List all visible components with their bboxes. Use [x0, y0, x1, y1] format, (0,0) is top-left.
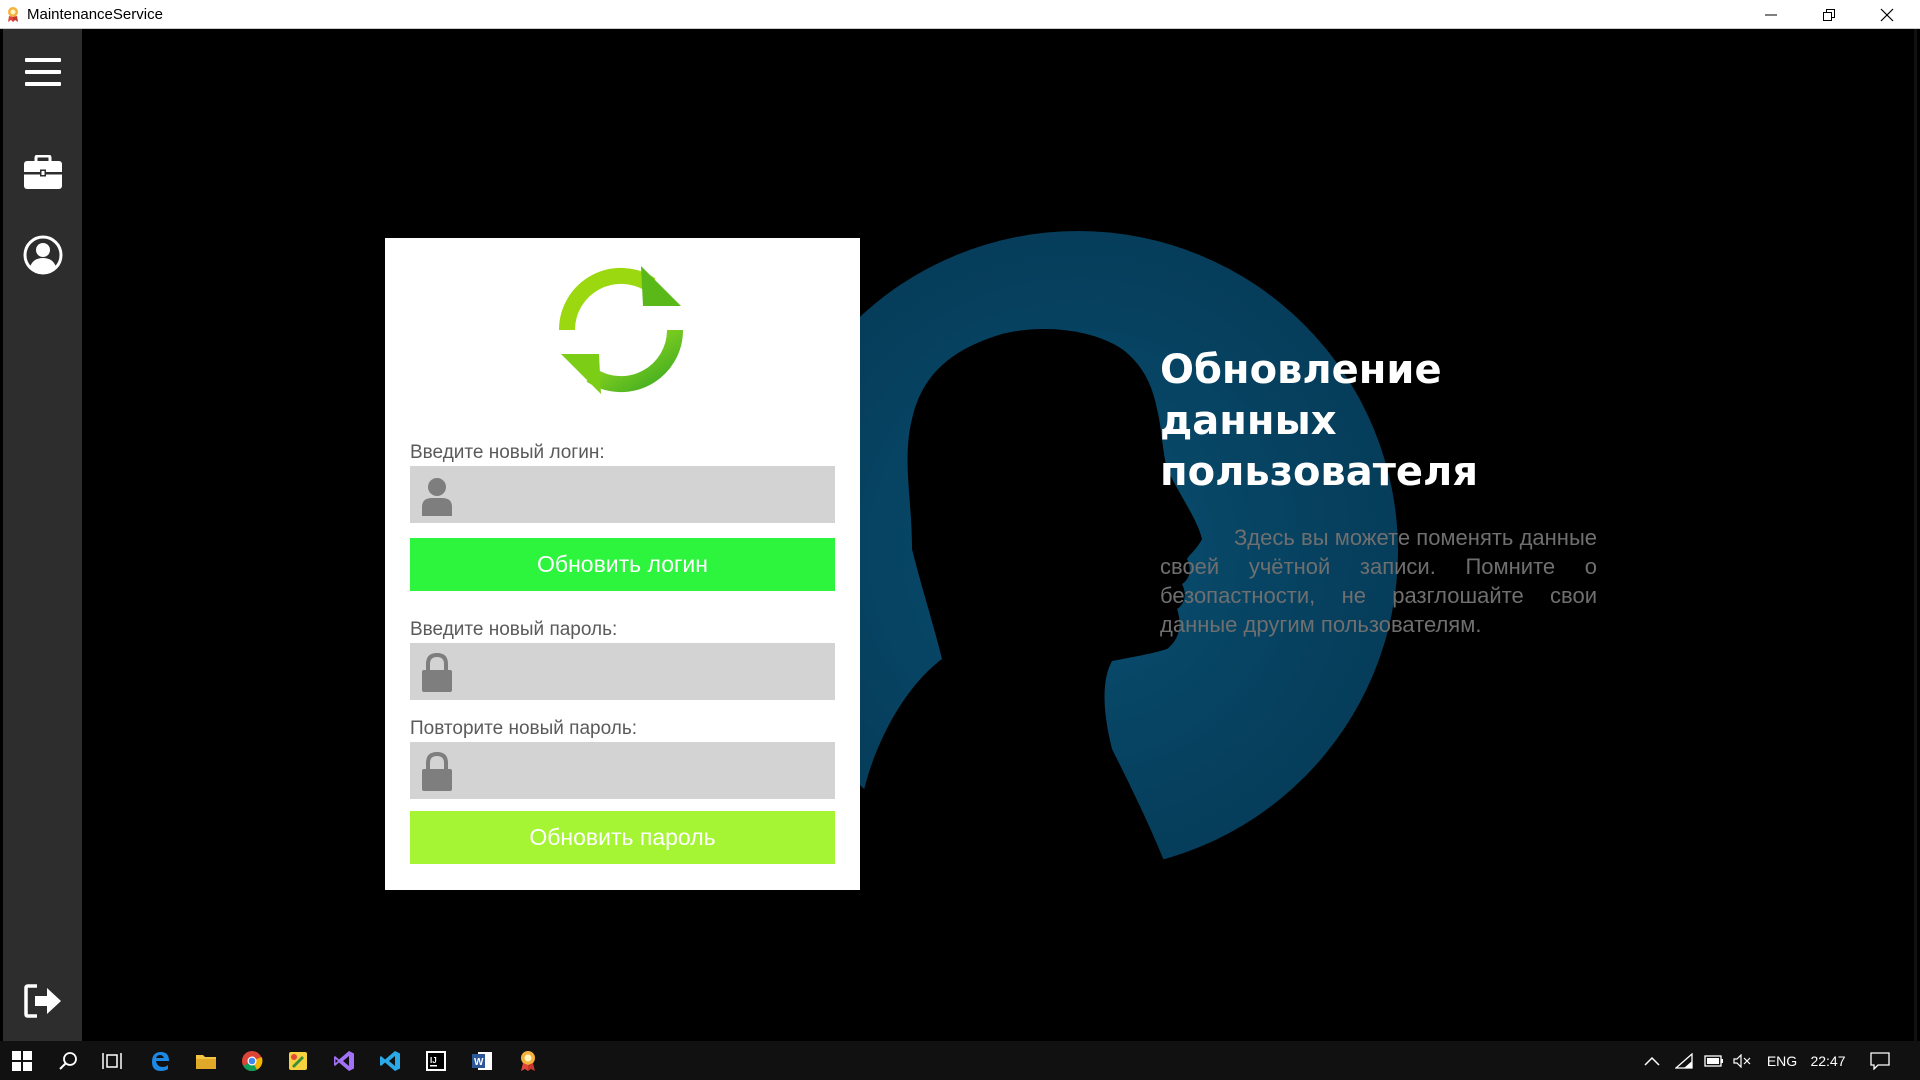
page-title: Обновление данных пользователя: [1160, 347, 1479, 495]
close-button[interactable]: [1858, 0, 1916, 29]
svg-text:W: W: [474, 1057, 484, 1068]
paint-icon[interactable]: [278, 1041, 318, 1080]
title-bar: MaintenanceService: [0, 0, 1920, 29]
chrome-icon[interactable]: [232, 1041, 272, 1080]
logout-icon[interactable]: [23, 981, 63, 1021]
login-field[interactable]: [410, 466, 835, 525]
briefcase-icon[interactable]: [23, 153, 63, 193]
word-icon[interactable]: W: [462, 1041, 502, 1080]
battery-icon[interactable]: [1700, 1041, 1728, 1080]
restore-icon: [1823, 8, 1835, 21]
main-content: Введите новый логин: Обновить логин Введ…: [82, 29, 1917, 1041]
repeat-password-input[interactable]: [462, 742, 826, 801]
close-icon: [1880, 8, 1894, 21]
svg-text:IJ: IJ: [430, 1056, 437, 1065]
task-view-icon[interactable]: [92, 1041, 132, 1080]
file-explorer-icon[interactable]: [186, 1041, 226, 1080]
window-title: MaintenanceService: [27, 6, 163, 23]
hamburger-menu-icon[interactable]: [23, 52, 63, 92]
login-label: Введите новый логин:: [410, 442, 605, 463]
tray-expand-icon[interactable]: [1638, 1041, 1666, 1080]
person-silhouette-image: [862, 329, 1212, 1041]
update-credentials-card: Введите новый логин: Обновить логин Введ…: [385, 238, 860, 890]
login-input[interactable]: [462, 466, 826, 525]
network-icon[interactable]: [1670, 1041, 1698, 1080]
password-field[interactable]: [410, 643, 835, 702]
search-icon[interactable]: [48, 1041, 88, 1080]
intellij-icon[interactable]: IJ: [416, 1041, 456, 1080]
minimize-button[interactable]: [1742, 0, 1800, 29]
sidebar: [3, 29, 82, 1041]
info-description: Здесь вы можете поменять данные своей уч…: [1160, 525, 1597, 637]
password-input[interactable]: [462, 643, 826, 702]
notification-center-icon[interactable]: [1862, 1041, 1898, 1080]
language-indicator[interactable]: ENG: [1762, 1041, 1802, 1080]
update-password-button[interactable]: Обновить пароль: [410, 811, 835, 864]
taskbar: IJ W ENG 22:47: [0, 1041, 1920, 1080]
edge-icon[interactable]: [140, 1041, 180, 1080]
password-label: Введите новый пароль:: [410, 619, 618, 640]
windows-start-icon[interactable]: [2, 1041, 42, 1080]
lock-icon: [422, 752, 452, 791]
app-icon: [8, 7, 18, 22]
clock[interactable]: 22:47: [1806, 1041, 1850, 1080]
window-edge: [1914, 29, 1917, 1041]
person-icon: [422, 478, 452, 516]
volume-muted-icon[interactable]: [1728, 1041, 1756, 1080]
lock-icon: [422, 653, 452, 692]
vscode-icon[interactable]: [370, 1041, 410, 1080]
visual-studio-icon[interactable]: [324, 1041, 364, 1080]
restore-button[interactable]: [1800, 0, 1858, 29]
user-account-icon[interactable]: [23, 235, 63, 275]
minimize-icon: [1765, 14, 1777, 15]
repeat-password-field[interactable]: [410, 742, 835, 801]
sync-refresh-icon: [558, 266, 684, 394]
maintenance-app-icon[interactable]: [508, 1041, 548, 1080]
update-login-button[interactable]: Обновить логин: [410, 538, 835, 591]
repeat-password-label: Повторите новый пароль:: [410, 718, 638, 739]
